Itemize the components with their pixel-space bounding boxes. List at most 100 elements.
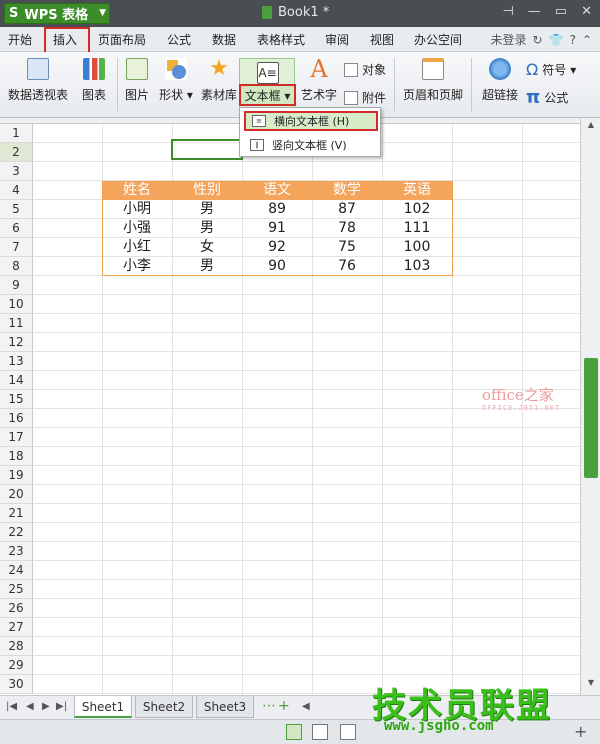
pivot-table-button[interactable]: 数据透视表	[6, 58, 70, 103]
sheet-tab-1[interactable]: Sheet1	[74, 696, 132, 718]
row-header[interactable]: 11	[0, 314, 33, 333]
row-header[interactable]: 23	[0, 542, 33, 561]
object-button[interactable]: 对象	[344, 61, 386, 78]
star-icon: ★	[209, 56, 229, 81]
attachment-button[interactable]: 附件	[344, 89, 386, 106]
sheet-tab-3[interactable]: Sheet3	[196, 696, 254, 718]
tab-data[interactable]: 数据	[212, 31, 236, 48]
help-icon[interactable]: ?	[570, 33, 576, 47]
row-header[interactable]: 8	[0, 257, 33, 276]
document-title-text: Book1 *	[278, 5, 330, 20]
attachment-icon	[344, 90, 358, 105]
picture-button[interactable]: 图片	[122, 58, 152, 103]
office-watermark-sub: OFFICE.JB51.NET	[482, 404, 561, 412]
page-break-view-icon[interactable]	[340, 724, 356, 740]
row-header[interactable]: 30	[0, 675, 33, 694]
sheet-tab-2[interactable]: Sheet2	[135, 696, 193, 718]
row-header[interactable]: 9	[0, 276, 33, 295]
material-library-button[interactable]: ★ 素材库	[200, 58, 238, 103]
restore-icon[interactable]: ▭	[555, 4, 567, 19]
vertical-scrollbar[interactable]: ▲ ▼	[580, 118, 600, 695]
horizontal-scroll-left-icon[interactable]: ◀	[302, 701, 310, 712]
last-sheet-icon[interactable]: ▶|	[56, 701, 67, 712]
tab-formula[interactable]: 公式	[167, 31, 191, 48]
minimize-icon[interactable]: —	[528, 4, 541, 19]
scroll-thumb[interactable]	[584, 358, 598, 478]
login-link[interactable]: 未登录	[491, 31, 527, 48]
more-sheets-icon[interactable]: ⋯	[262, 698, 276, 714]
skin-icon[interactable]: 👕	[549, 33, 564, 47]
office-watermark: office之家	[482, 386, 554, 404]
header-footer-button[interactable]: 页眉和页脚	[401, 58, 465, 103]
tab-review[interactable]: 审阅	[325, 31, 349, 48]
row-gridline	[33, 351, 580, 352]
row-header[interactable]: 24	[0, 561, 33, 580]
first-sheet-icon[interactable]: |◀	[6, 701, 17, 712]
account-area: 未登录 ↻ 👕 ? ⌃	[491, 31, 592, 48]
row-header[interactable]: 14	[0, 371, 33, 390]
row-header[interactable]: 16	[0, 409, 33, 428]
row-header[interactable]: 13	[0, 352, 33, 371]
jsgho-watermark-sub: www.jsgho.com	[384, 718, 494, 734]
row-header[interactable]: 5	[0, 200, 33, 219]
row-header[interactable]: 2	[0, 143, 33, 162]
next-sheet-icon[interactable]: ▶	[42, 701, 50, 712]
row-gridline	[33, 617, 580, 618]
zoom-in-icon[interactable]: +	[574, 722, 587, 741]
sync-icon[interactable]: ↻	[533, 33, 543, 47]
tab-page-layout[interactable]: 页面布局	[98, 31, 146, 48]
header-footer-label: 页眉和页脚	[402, 88, 463, 102]
row-header[interactable]: 1	[0, 124, 33, 143]
horizontal-textbox-item[interactable]: ≡ 横向文本框 (H)	[244, 111, 378, 131]
hyperlink-button[interactable]: 超链接	[479, 58, 521, 103]
tab-office-space[interactable]: 办公空间	[414, 31, 462, 48]
row-header[interactable]: 17	[0, 428, 33, 447]
chevron-down-icon: ▼	[99, 8, 106, 18]
row-header[interactable]: 22	[0, 523, 33, 542]
symbol-button[interactable]: Ω 符号 ▾	[526, 60, 576, 79]
chart-button[interactable]: 图表	[78, 58, 110, 103]
row-header[interactable]: 28	[0, 637, 33, 656]
omega-icon: Ω	[526, 60, 539, 79]
row-header[interactable]: 4	[0, 181, 33, 200]
tab-table-style[interactable]: 表格样式	[257, 31, 305, 48]
row-header[interactable]: 18	[0, 447, 33, 466]
page-layout-view-icon[interactable]	[312, 724, 328, 740]
table-border	[102, 181, 453, 276]
row-header[interactable]: 25	[0, 580, 33, 599]
row-header[interactable]: 3	[0, 162, 33, 181]
shapes-button[interactable]: 形状 ▾	[156, 58, 196, 103]
row-header[interactable]: 15	[0, 390, 33, 409]
row-header[interactable]: 10	[0, 295, 33, 314]
scroll-down-icon[interactable]: ▼	[584, 678, 598, 692]
row-header[interactable]: 19	[0, 466, 33, 485]
row-header[interactable]: 6	[0, 219, 33, 238]
tab-view[interactable]: 视图	[370, 31, 394, 48]
material-library-label: 素材库	[200, 88, 237, 102]
spreadsheet-grid[interactable]: 1 2 3 4 5 6 7 8 9 10 11 12 13 14 15 16 17 18 19 20 21 22 23 24 2…	[0, 118, 580, 695]
pin-icon[interactable]: ⊣	[502, 4, 513, 19]
row-header[interactable]: 27	[0, 618, 33, 637]
selected-cell[interactable]	[171, 139, 243, 160]
chevron-down-icon: ▾	[570, 62, 577, 77]
row-header[interactable]: 21	[0, 504, 33, 523]
formula-button[interactable]: π 公式	[526, 87, 568, 108]
app-menu-button[interactable]: S WPS 表格 ▼	[4, 3, 110, 24]
ribbon-divider	[117, 58, 118, 112]
row-header[interactable]: 29	[0, 656, 33, 675]
vertical-textbox-item[interactable]: ∥ 竖向文本框 (V)	[244, 135, 378, 155]
row-header[interactable]: 7	[0, 238, 33, 257]
row-gridline	[33, 598, 580, 599]
wordart-icon: A	[310, 55, 328, 83]
row-header[interactable]: 26	[0, 599, 33, 618]
prev-sheet-icon[interactable]: ◀	[26, 701, 34, 712]
wordart-button[interactable]: A 艺术字	[301, 55, 337, 103]
row-header[interactable]: 12	[0, 333, 33, 352]
collapse-ribbon-icon[interactable]: ⌃	[582, 33, 592, 47]
close-icon[interactable]: ✕	[581, 4, 592, 19]
add-sheet-button[interactable]: +	[278, 698, 290, 714]
row-header[interactable]: 20	[0, 485, 33, 504]
tab-home[interactable]: 开始	[8, 31, 32, 48]
scroll-up-icon[interactable]: ▲	[584, 120, 598, 134]
normal-view-icon[interactable]	[286, 724, 302, 740]
